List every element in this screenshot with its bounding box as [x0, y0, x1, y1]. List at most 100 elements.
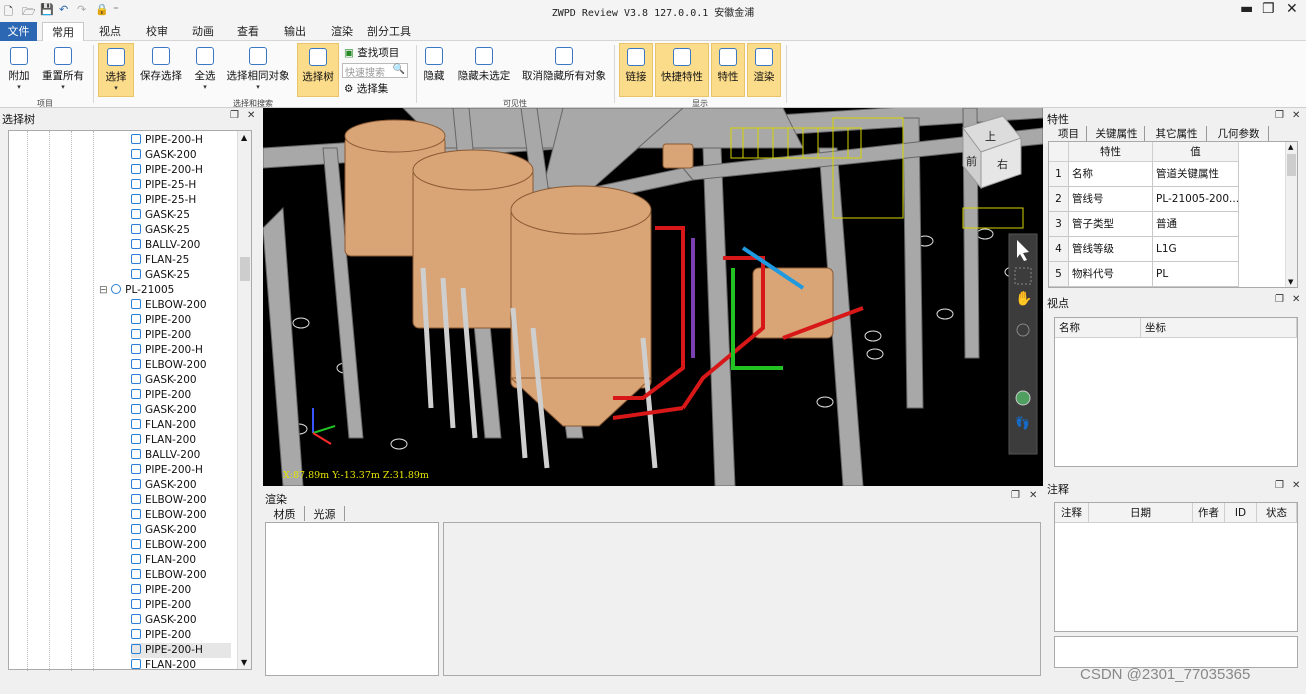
properties-scroll-thumb[interactable] — [1287, 154, 1296, 176]
properties-button[interactable]: 特性 — [711, 43, 745, 97]
tab-other-attributes[interactable]: 其它属性 — [1147, 126, 1207, 141]
render-button[interactable]: 渲染 — [747, 43, 781, 97]
tree-item[interactable]: PIPE-25-H — [131, 178, 196, 193]
tree-item[interactable]: GASK-25 — [131, 208, 190, 223]
minimize-icon[interactable]: ▬ — [1240, 1, 1253, 17]
property-value[interactable]: 管道关键属性 — [1153, 162, 1239, 187]
tab-review[interactable]: 校审 — [138, 22, 176, 41]
tree-item[interactable]: PIPE-200 — [131, 388, 191, 403]
tree-item[interactable]: BALLV-200 — [131, 448, 200, 463]
walk-icon[interactable]: 👣 — [1015, 416, 1030, 430]
3d-viewport[interactable]: X:87.89m Y:-13.37m Z:31.89m 上 前 右 ✋ 👣 — [263, 108, 1043, 486]
tree-item[interactable]: GASK-25 — [131, 268, 190, 283]
restore-icon[interactable]: ❐ — [1262, 1, 1275, 17]
float-icon[interactable]: ❐ — [230, 110, 239, 121]
properties-scrollbar[interactable]: ▲ ▼ — [1285, 142, 1297, 287]
float-icon[interactable]: ❐ — [1275, 110, 1284, 121]
tree-item[interactable]: PIPE-200-H — [131, 163, 203, 178]
tab-key-attributes[interactable]: 关键属性 — [1089, 126, 1145, 141]
tab-viewpoint[interactable]: 视点 — [91, 22, 129, 41]
tree-item[interactable]: BALLV-200 — [131, 238, 200, 253]
find-items-button[interactable]: ▣ 查找项目 — [344, 45, 399, 60]
tab-geometry[interactable]: 几何参数 — [1209, 126, 1269, 141]
tab-common[interactable]: 常用 — [42, 22, 84, 41]
float-icon[interactable]: ❐ — [1011, 490, 1020, 501]
links-button[interactable]: 链接 — [619, 43, 653, 97]
hide-unselected-button[interactable]: 隐藏未选定 — [455, 43, 513, 97]
tree-item[interactable]: FLAN-200 — [131, 658, 196, 673]
selection-sets-button[interactable]: ⚙ 选择集 — [344, 81, 388, 96]
selection-tree[interactable]: PIPE-200-H GASK-200 PIPE-200-H PIPE-25-H PIP… — [8, 130, 252, 673]
scroll-up-icon[interactable]: ▲ — [241, 133, 247, 142]
close-panel-icon[interactable]: ✕ — [1292, 110, 1300, 121]
tree-item[interactable]: GASK-25 — [131, 223, 190, 238]
save-selection-button[interactable]: 保存选择 — [138, 43, 184, 97]
tab-section-tools[interactable]: 剖分工具 — [365, 22, 413, 41]
tree-item[interactable]: FLAN-200 — [131, 418, 196, 433]
note-input[interactable] — [1054, 636, 1298, 668]
search-icon[interactable]: 🔍 — [393, 64, 405, 75]
notes-list[interactable]: 注释 日期 作者 ID 状态 — [1054, 502, 1298, 632]
tree-item[interactable]: GASK-200 — [131, 523, 197, 538]
nav-cube-right[interactable]: 右 — [997, 156, 1008, 172]
row-number[interactable]: 4 — [1049, 237, 1069, 262]
property-name[interactable]: 名称 — [1069, 162, 1153, 187]
tree-item[interactable]: ELBOW-200 — [131, 298, 207, 313]
tree-item[interactable]: FLAN-200 — [131, 553, 196, 568]
property-value[interactable]: 普通 — [1153, 212, 1239, 237]
tree-item[interactable]: GASK-200 — [131, 403, 197, 418]
scroll-up-icon[interactable]: ▲ — [1288, 143, 1293, 151]
tab-render[interactable]: 渲染 — [323, 22, 361, 41]
scroll-down-icon[interactable]: ▼ — [1288, 278, 1293, 286]
property-value[interactable]: PL-21005-200... — [1153, 187, 1239, 212]
property-name[interactable]: 管线号 — [1069, 187, 1153, 212]
tree-group-item[interactable]: ⊟ PL-21005 — [99, 283, 174, 298]
tab-material[interactable]: 材质 — [265, 506, 305, 521]
attach-button[interactable]: 附加 ▾ — [4, 43, 34, 97]
row-number[interactable]: 5 — [1049, 262, 1069, 287]
tree-item[interactable]: PIPE-200 — [131, 328, 191, 343]
tree-item[interactable]: ELBOW-200 — [131, 508, 207, 523]
pan-hand-icon[interactable]: ✋ — [1015, 291, 1032, 307]
tree-item[interactable]: PIPE-200-H — [131, 463, 203, 478]
tree-item[interactable]: PIPE-200-H — [131, 343, 203, 358]
nav-cube-top[interactable]: 上 — [985, 128, 996, 144]
row-number[interactable]: 2 — [1049, 187, 1069, 212]
tree-item[interactable]: ELBOW-200 — [131, 358, 207, 373]
tree-item[interactable]: PIPE-200-H — [131, 133, 203, 148]
unhide-all-button[interactable]: 取消隐藏所有对象 — [520, 43, 608, 97]
reset-all-button[interactable]: 重置所有 ▾ — [40, 43, 86, 97]
quick-search-input[interactable]: 快速搜索 🔍 — [342, 63, 408, 79]
tree-item[interactable]: FLAN-25 — [131, 253, 189, 268]
close-panel-icon[interactable]: ✕ — [1292, 294, 1300, 305]
tree-item[interactable]: ELBOW-200 — [131, 538, 207, 553]
tree-item[interactable]: GASK-200 — [131, 613, 197, 628]
nav-cube-front[interactable]: 前 — [966, 153, 977, 169]
collapse-icon[interactable]: ⊟ — [99, 284, 111, 296]
tree-item[interactable]: PIPE-200 — [131, 598, 191, 613]
tree-item[interactable]: GASK-200 — [131, 373, 197, 388]
property-name[interactable]: 管线等级 — [1069, 237, 1153, 262]
tree-item[interactable]: PIPE-200 — [131, 583, 191, 598]
property-value[interactable]: PL — [1153, 262, 1239, 287]
tree-item[interactable]: ELBOW-200 — [131, 493, 207, 508]
tab-file[interactable]: 文件 — [0, 22, 37, 41]
close-icon[interactable]: ✕ — [1286, 1, 1298, 17]
property-value[interactable]: L1G — [1153, 237, 1239, 262]
row-number[interactable]: 3 — [1049, 212, 1069, 237]
select-tree-button[interactable]: 选择树 — [297, 43, 339, 97]
tree-item[interactable]: GASK-200 — [131, 478, 197, 493]
material-list[interactable] — [265, 522, 439, 676]
viewpoint-list[interactable]: 名称 坐标 — [1054, 317, 1298, 467]
select-all-button[interactable]: 全选 ▾ — [190, 43, 220, 97]
close-panel-icon[interactable]: ✕ — [1029, 490, 1037, 501]
close-panel-icon[interactable]: ✕ — [247, 110, 255, 121]
tree-item[interactable]: GASK-200 — [131, 148, 197, 163]
tree-item[interactable]: FLAN-200 — [131, 433, 196, 448]
close-panel-icon[interactable]: ✕ — [1292, 480, 1300, 491]
tree-item[interactable]: PIPE-200 — [131, 628, 191, 643]
tab-light[interactable]: 光源 — [305, 506, 345, 521]
property-name[interactable]: 管子类型 — [1069, 212, 1153, 237]
tree-scrollbar[interactable]: ▲ ▼ — [237, 131, 251, 669]
select-button[interactable]: 选择 ▾ — [98, 43, 134, 97]
